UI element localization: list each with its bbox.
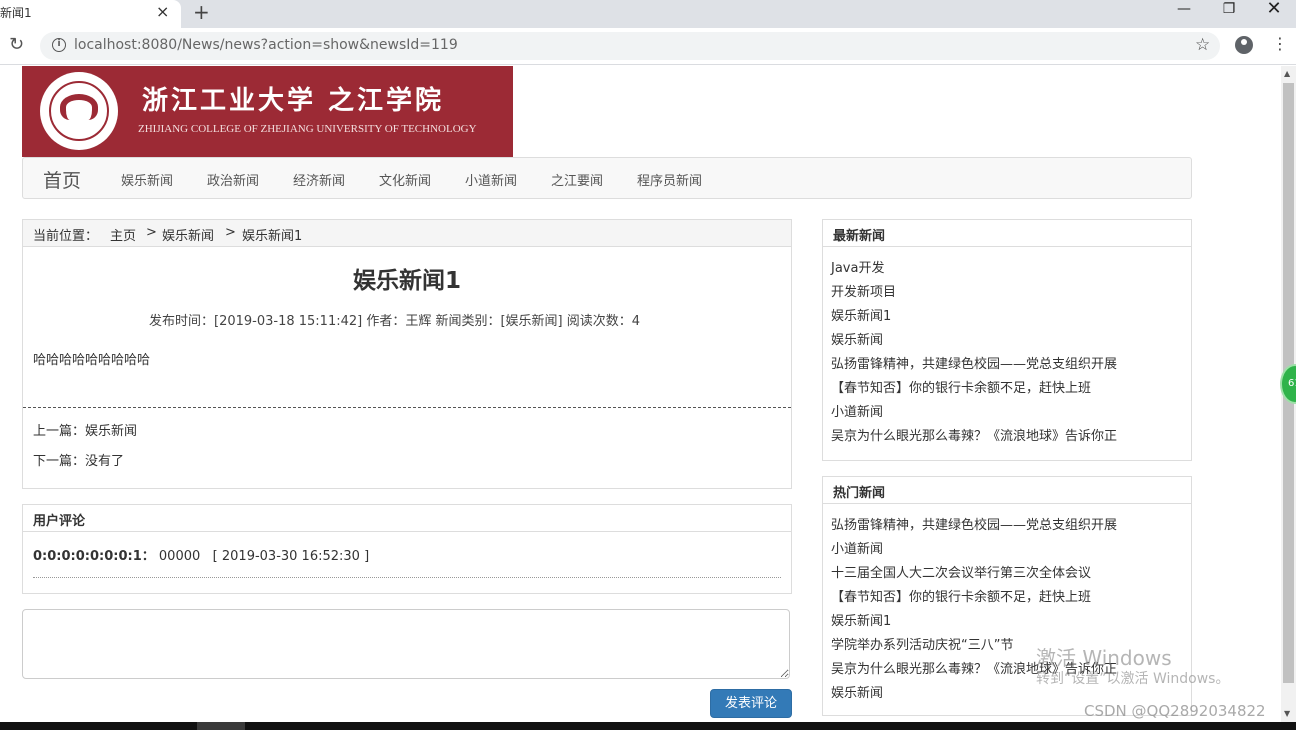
csdn-watermark: CSDN @QQ2892034822 [1084, 702, 1266, 720]
article-body: 哈哈哈哈哈哈哈哈哈 [33, 353, 151, 368]
nav-item-zhijiang[interactable]: 之江要闻 [551, 170, 603, 189]
latest-news-item[interactable]: 【春节知否】你的银行卡余额不足，赶快上班 [831, 377, 1091, 396]
browser-tab-bar: 新闻1 × + — ❐ ✕ [0, 0, 1296, 28]
breadcrumb-separator: > [225, 225, 236, 240]
hot-news-item[interactable]: 【春节知否】你的银行卡余额不足，赶快上班 [831, 586, 1091, 605]
site-banner: 浙江工业大学 之江学院 ZHIJIANG COLLEGE OF ZHEJIANG… [22, 66, 513, 157]
comment-textarea[interactable] [22, 609, 790, 679]
hot-news-item[interactable]: 娱乐新闻 [831, 682, 883, 701]
windows-activation-title: 激活 Windows [1036, 646, 1172, 670]
address-bar[interactable]: i localhost:8080/News/news?action=show&n… [40, 32, 1220, 60]
latest-news-panel: 最新新闻 Java开发 开发新项目 娱乐新闻1 娱乐新闻 弘扬雷锋精神，共建绿色… [822, 219, 1192, 461]
browser-menu-icon[interactable]: ⋮ [1272, 34, 1288, 53]
latest-news-item[interactable]: 小道新闻 [831, 401, 883, 420]
nav-item-gossip[interactable]: 小道新闻 [465, 170, 517, 189]
hot-news-item[interactable]: 小道新闻 [831, 538, 883, 557]
comment-time: [ 2019-03-30 16:52:30 ] [212, 549, 370, 564]
tab-title: 新闻1 [0, 6, 32, 20]
latest-news-item[interactable]: Java开发 [831, 257, 884, 276]
nav-item-entertainment[interactable]: 娱乐新闻 [121, 170, 173, 189]
breadcrumb-label: 当前位置： [33, 229, 99, 244]
breadcrumb-separator: > [146, 225, 157, 240]
latest-news-heading: 最新新闻 [833, 229, 886, 244]
hot-news-heading: 热门新闻 [833, 486, 886, 501]
comment-user: 0:0:0:0:0:0:0:1： [33, 549, 155, 564]
latest-news-item[interactable]: 娱乐新闻1 [831, 305, 891, 324]
banner-subtitle: ZHIJIANG COLLEGE OF ZHEJIANG UNIVERSITY … [138, 123, 477, 135]
hot-news-item[interactable]: 弘扬雷锋精神，共建绿色校园——党总支组织开展 [831, 514, 1117, 533]
browser-toolbar: ↻ i localhost:8080/News/news?action=show… [0, 28, 1296, 65]
nav-item-economy[interactable]: 经济新闻 [293, 170, 345, 189]
previous-article-link[interactable]: 上一篇：娱乐新闻 [33, 420, 137, 439]
breadcrumb-current: 娱乐新闻1 [242, 229, 303, 244]
comment-divider [33, 577, 781, 578]
article-meta: 发布时间：[2019-03-18 15:11:42] 作者：王辉 新闻类别：[娱… [149, 314, 641, 329]
bookmark-star-icon[interactable]: ☆ [1195, 35, 1210, 55]
hot-news-header: 热门新闻 [823, 477, 1191, 504]
nav-home[interactable]: 首页 [43, 166, 81, 193]
browser-tab[interactable]: 新闻1 × [0, 0, 181, 28]
profile-avatar-icon[interactable] [1235, 36, 1253, 54]
next-article-text: 下一篇：没有了 [33, 454, 125, 469]
page-viewport: 浙江工业大学 之江学院 ZHIJIANG COLLEGE OF ZHEJIANG… [0, 66, 1280, 722]
taskbar-active-item[interactable] [197, 722, 245, 730]
hot-news-item[interactable]: 十三届全国人大二次会议举行第三次全体会议 [831, 562, 1091, 581]
submit-comment-button[interactable]: 发表评论 [710, 689, 792, 718]
comments-header: 用户评论 [23, 505, 791, 532]
nav-item-politics[interactable]: 政治新闻 [207, 170, 259, 189]
hot-news-item[interactable]: 学院举办系列活动庆祝“三八”节 [831, 634, 1013, 653]
scroll-down-icon[interactable]: ▼ [1284, 709, 1290, 718]
comment-text: 00000 [154, 549, 201, 564]
comment-item: 0:0:0:0:0:0:0:1： 00000 [ 2019-03-30 16:5… [33, 545, 369, 564]
comments-heading: 用户评论 [33, 514, 86, 529]
windows-activation-hint: 转到“设置”以激活 Windows。 [1036, 671, 1230, 687]
latest-news-item[interactable]: 开发新项目 [831, 281, 896, 300]
new-tab-icon[interactable]: + [193, 0, 210, 24]
breadcrumb: 当前位置： 主页 > 娱乐新闻 > 娱乐新闻1 [23, 220, 791, 247]
url-text[interactable]: localhost:8080/News/news?action=show&new… [74, 37, 458, 53]
nav-item-programmer[interactable]: 程序员新闻 [637, 170, 702, 189]
tab-close-icon[interactable]: × [156, 2, 169, 21]
hot-news-item[interactable]: 娱乐新闻1 [831, 610, 891, 629]
main-navbar: 首页 娱乐新闻 政治新闻 经济新闻 文化新闻 小道新闻 之江要闻 程序员新闻 [22, 157, 1192, 199]
breadcrumb-home[interactable]: 主页 [110, 225, 136, 244]
scroll-up-icon[interactable]: ▲ [1284, 69, 1290, 78]
article-divider [23, 407, 791, 408]
window-close-icon[interactable]: ✕ [1251, 0, 1296, 28]
nav-item-culture[interactable]: 文化新闻 [379, 170, 431, 189]
reload-icon[interactable]: ↻ [9, 34, 24, 55]
article-title: 娱乐新闻1 [352, 268, 461, 294]
info-icon[interactable]: i [52, 38, 66, 52]
restore-icon[interactable]: ❐ [1206, 0, 1252, 28]
latest-news-item[interactable]: 娱乐新闻 [831, 329, 883, 348]
comments-panel: 用户评论 0:0:0:0:0:0:0:1： 00000 [ 2019-03-30… [22, 504, 792, 594]
breadcrumb-category[interactable]: 娱乐新闻 [162, 225, 214, 244]
college-seal-logo [40, 72, 118, 150]
minimize-icon[interactable]: — [1161, 0, 1207, 28]
latest-news-item[interactable]: 弘扬雷锋精神，共建绿色校园——党总支组织开展 [831, 353, 1117, 372]
latest-news-item[interactable]: 吴京为什么眼光那么毒辣？《流浪地球》告诉你正 [831, 425, 1117, 444]
latest-news-header: 最新新闻 [823, 220, 1191, 247]
banner-title: 浙江工业大学 之江学院 [142, 86, 445, 116]
os-taskbar [0, 722, 1296, 730]
article-panel: 当前位置： 主页 > 娱乐新闻 > 娱乐新闻1 娱乐新闻1 发布时间：[2019… [22, 219, 792, 489]
